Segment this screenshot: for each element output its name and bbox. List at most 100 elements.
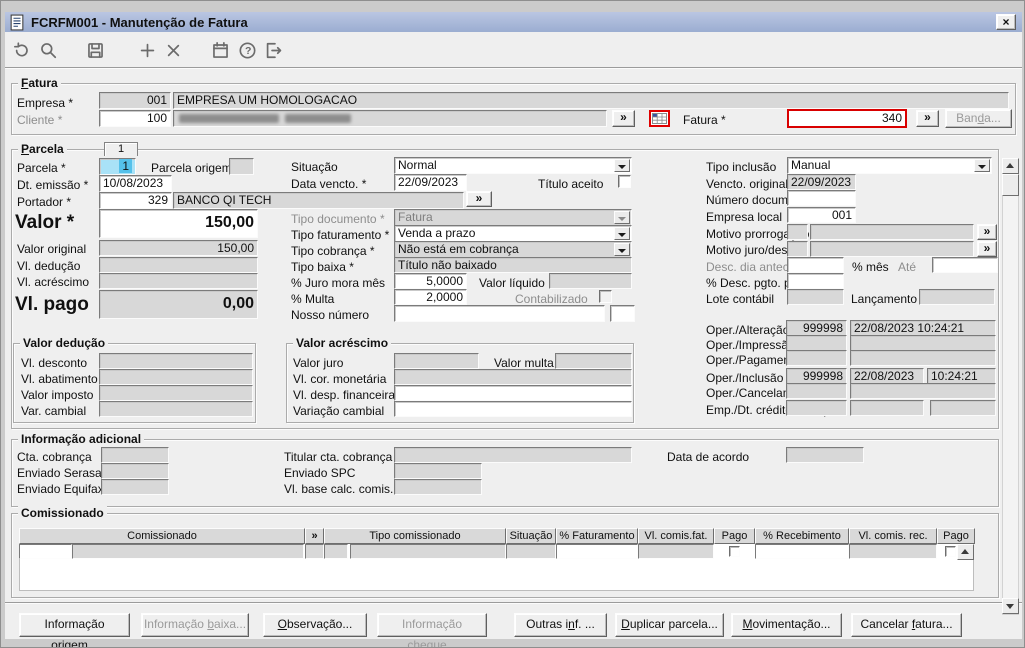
outras-inf-button[interactable]: Outras inf. ... xyxy=(514,613,607,637)
enviado-spc-field xyxy=(394,463,482,479)
tipo-documento-value: Fatura xyxy=(398,210,433,224)
col-header-situacao[interactable]: Situação xyxy=(506,528,556,544)
var-cambial-label: Var. cambial xyxy=(21,404,87,418)
row-cell-comissionado-code[interactable] xyxy=(19,544,72,559)
movimentacao-button[interactable]: Movimentação... xyxy=(731,613,842,637)
table-scroll-up-icon[interactable] xyxy=(957,544,974,560)
search-icon[interactable] xyxy=(39,41,61,62)
close-icon[interactable]: × xyxy=(996,14,1016,30)
row-cell-perc-faturamento[interactable] xyxy=(556,544,638,559)
lancamento-label: Lançamento xyxy=(851,292,918,306)
cliente-code-field[interactable]: 100 xyxy=(99,110,171,127)
col-header-comissionado[interactable]: Comissionado xyxy=(19,528,305,544)
tipo-faturamento-label: Tipo faturamento * xyxy=(291,228,390,242)
juro-mora-field[interactable]: 5,0000 xyxy=(394,273,467,289)
vertical-scrollbar[interactable] xyxy=(1002,158,1019,615)
motivo-juro-desc-label: Motivo juro/desc. xyxy=(706,243,797,257)
fatura-grid-icon[interactable] xyxy=(649,110,670,127)
nosso-numero-label: Nosso número xyxy=(291,308,370,322)
scroll-up-icon[interactable] xyxy=(1002,158,1019,174)
col-header-perc-recebimento[interactable]: % Recebimento xyxy=(755,528,849,544)
vl-desp-financeira-field[interactable] xyxy=(394,385,632,401)
valor-deducao-legend: Valor dedução xyxy=(20,336,109,350)
vl-abatimento-label: Vl. abatimento xyxy=(21,372,98,386)
scroll-down-icon[interactable] xyxy=(1002,598,1019,614)
valor-multa-field xyxy=(555,353,632,369)
parcela-tab-1[interactable]: 1 xyxy=(104,142,138,156)
save-icon[interactable] xyxy=(86,41,108,62)
col-header-pago-rec[interactable]: Pago xyxy=(937,528,975,544)
multa-field[interactable]: 2,0000 xyxy=(394,289,467,305)
data-vencto-field[interactable]: 22/09/2023 xyxy=(394,174,467,191)
motivo-juro-zoom-button[interactable]: » xyxy=(977,241,997,257)
reset-icon[interactable] xyxy=(12,41,34,62)
parcela-number-field[interactable]: 1 xyxy=(99,158,136,175)
ate-field[interactable] xyxy=(932,257,998,273)
desc-dia-antecip-field[interactable] xyxy=(787,257,844,273)
tipo-baixa-field: Título não baixado xyxy=(394,257,632,273)
cliente-zoom-button[interactable]: » xyxy=(612,110,635,127)
help-icon[interactable]: ? xyxy=(238,41,260,62)
informacao-baixa-button: Informação baixa... xyxy=(141,613,249,637)
titulo-aceito-checkbox[interactable] xyxy=(618,175,631,188)
title-bar[interactable]: FCRFM001 - Manutenção de Fatura × xyxy=(5,12,1022,32)
col-header-zoom[interactable]: » xyxy=(305,528,324,544)
oper-alteracao-label: Oper./Alteração xyxy=(706,323,790,337)
exit-icon[interactable] xyxy=(264,41,286,62)
observacao-button[interactable]: Observação... xyxy=(263,613,367,637)
row-cell-tipo-desc xyxy=(350,544,506,559)
portador-zoom-button[interactable]: » xyxy=(466,191,492,207)
variacao-cambial-field[interactable] xyxy=(394,401,632,417)
col-header-tipo-comissionado[interactable]: Tipo comissionado xyxy=(324,528,506,544)
portador-name-field: BANCO QI TECH xyxy=(173,192,464,209)
oper-pagamento-datetime-field xyxy=(850,350,996,366)
oper-cancelamento-datetime-field xyxy=(850,383,996,399)
enviado-serasa-label: Enviado Serasa xyxy=(17,466,102,480)
tipo-documento-select: Fatura xyxy=(394,209,632,226)
enviado-equifax-label: Enviado Equifax xyxy=(17,482,104,496)
situacao-select[interactable]: Normal xyxy=(394,157,632,174)
dt-emissao-field[interactable]: 10/08/2023 xyxy=(99,175,172,192)
vencto-original-field: 22/09/2023 xyxy=(787,174,856,190)
vl-base-field xyxy=(394,479,482,495)
row-pago-rec-checkbox[interactable] xyxy=(945,546,956,557)
add-icon[interactable] xyxy=(138,41,160,62)
col-header-perc-faturamento[interactable]: % Faturamento xyxy=(556,528,638,544)
scrollbar-thumb[interactable] xyxy=(1002,174,1019,196)
portador-code-field[interactable]: 329 xyxy=(99,192,172,209)
chevron-down-icon[interactable] xyxy=(974,159,990,172)
nosso-numero-digit-field[interactable] xyxy=(610,305,635,322)
chevron-down-icon[interactable] xyxy=(614,159,630,172)
chevron-down-icon[interactable] xyxy=(614,227,630,240)
nosso-numero-field[interactable] xyxy=(394,305,605,322)
comissionado-legend: Comissionado xyxy=(18,506,107,520)
informacao-origem-button[interactable]: Informação origem... xyxy=(19,613,130,647)
application-window: FCRFM001 - Manutenção de Fatura × ? Fatu… xyxy=(0,0,1025,648)
col-header-vl-comis-fat[interactable]: Vl. comis.fat. xyxy=(638,528,714,544)
tipo-inclusao-select[interactable]: Manual xyxy=(787,157,992,174)
motivo-juro-desc-field xyxy=(810,241,974,257)
duplicar-parcela-button[interactable]: Duplicar parcela... xyxy=(615,613,724,637)
titular-label: Titular cta. cobrança xyxy=(284,450,393,464)
fatura-number-field[interactable]: 340 xyxy=(787,109,907,128)
col-header-pago-fat[interactable]: Pago xyxy=(714,528,755,544)
parcela-legend: Parcela xyxy=(18,142,67,156)
valor-field[interactable]: 150,00 xyxy=(99,209,258,238)
empresa-local-field[interactable]: 001 xyxy=(787,207,856,223)
motivo-prorrogacao-zoom-button[interactable]: » xyxy=(977,224,997,240)
delete-icon[interactable] xyxy=(164,41,186,62)
tipo-cobranca-select[interactable]: Não está em cobrança xyxy=(394,241,632,258)
tipo-faturamento-select[interactable]: Venda a prazo xyxy=(394,225,632,242)
tipo-faturamento-value: Venda a prazo xyxy=(398,226,476,240)
col-header-vl-comis-rec[interactable]: Vl. comis. rec. xyxy=(849,528,937,544)
enviado-equifax-field xyxy=(101,479,169,495)
row-pago-fat-checkbox[interactable] xyxy=(729,546,740,557)
valor-imposto-field xyxy=(99,385,253,401)
chevron-down-icon[interactable] xyxy=(614,243,630,256)
fatura-zoom-button[interactable]: » xyxy=(916,110,939,127)
row-cell-perc-recebimento[interactable] xyxy=(755,544,849,559)
numero-documento-field[interactable] xyxy=(787,190,856,206)
cancelar-fatura-button[interactable]: Cancelar fatura... xyxy=(851,613,962,637)
calendar-icon[interactable] xyxy=(211,41,233,62)
desc-pgto-prz-field[interactable] xyxy=(787,273,844,289)
